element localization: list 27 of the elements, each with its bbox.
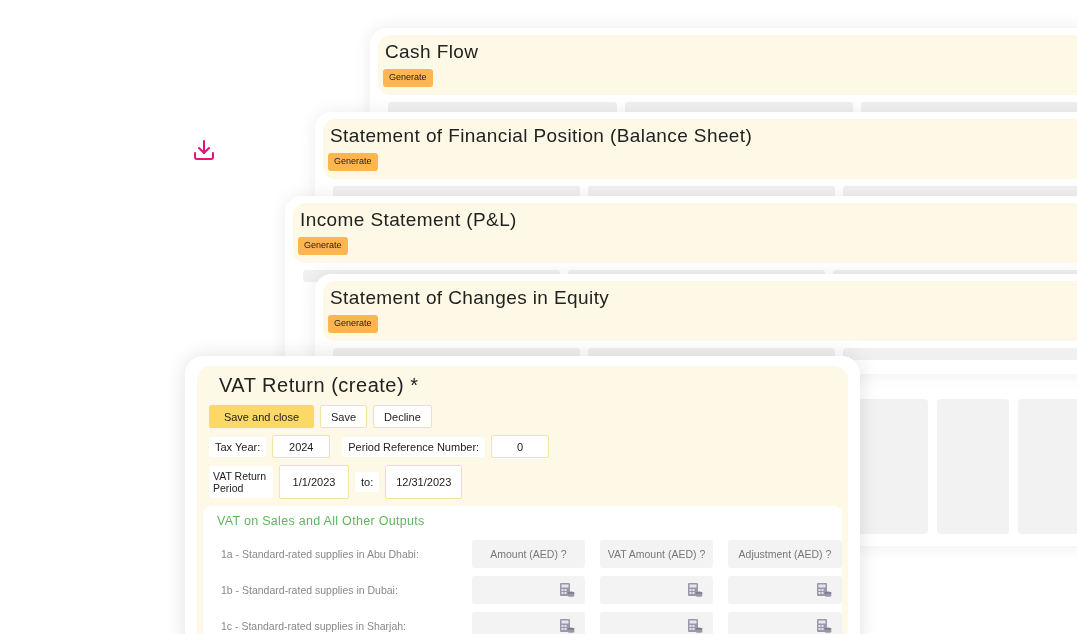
form-button[interactable]: Save xyxy=(320,405,368,428)
generate-button[interactable]: Generate xyxy=(328,153,378,171)
report-title: Statement of Changes in Equity xyxy=(330,287,610,309)
row-label: 1c - Standard-rated supplies in Sharjah: xyxy=(221,620,408,632)
input-field[interactable]: 1/1/2023 xyxy=(279,465,349,499)
row-label: 1b - Standard-rated supplies in Dubai: xyxy=(221,584,399,596)
report-title: Statement of Financial Position (Balance Sheet) xyxy=(330,125,753,147)
save-close-button[interactable]: Save and close xyxy=(209,405,314,428)
generate-button[interactable]: Generate xyxy=(298,237,348,255)
generate-button[interactable]: Generate xyxy=(383,69,433,87)
field-label: VAT Return Period xyxy=(209,466,273,498)
column-header: Amount (AED) ? xyxy=(472,540,585,568)
input-field[interactable]: 2024 xyxy=(272,435,331,458)
row-label: 1a - Standard-rated supplies in Abu Dhabi: xyxy=(221,548,420,560)
generate-button[interactable]: Generate xyxy=(328,315,378,333)
report-title: Income Statement (P&L) xyxy=(300,209,517,231)
form-title: VAT Return (create) * xyxy=(219,374,420,397)
input-field[interactable]: 12/31/2023 xyxy=(385,465,463,499)
report-title: Cash Flow xyxy=(385,41,479,63)
section-title: VAT on Sales and All Other Outputs xyxy=(217,514,426,528)
form-button[interactable]: Decline xyxy=(373,405,432,428)
field-label: Tax Year: xyxy=(209,436,267,457)
field-label: to: xyxy=(355,472,380,492)
field-label: Period Reference Number: xyxy=(342,436,486,457)
column-header: VAT Amount (AED) ? xyxy=(600,540,713,568)
column-header: Adjustment (AED) ? xyxy=(728,540,842,568)
input-field[interactable]: 0 xyxy=(491,435,550,458)
